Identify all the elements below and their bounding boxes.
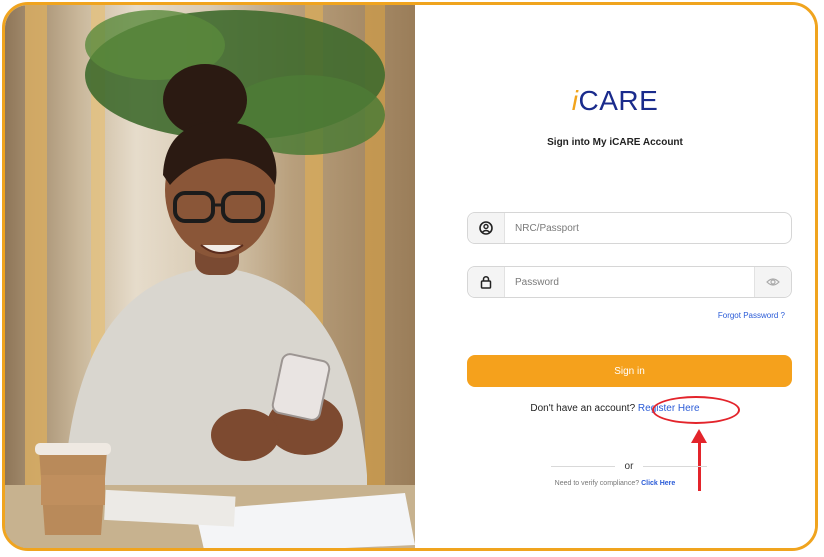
divider-line-left xyxy=(551,466,615,467)
verify-prompt-text: Need to verify compliance? xyxy=(554,480,640,487)
login-panel: iCARE Sign into My iCARE Account Forgot … xyxy=(415,5,815,548)
eye-icon[interactable] xyxy=(754,267,791,297)
annotation-circle xyxy=(652,396,740,424)
register-prompt: Don't have an account? Register Here xyxy=(415,403,815,414)
brand-logo: iCARE xyxy=(415,85,815,117)
or-divider: or xyxy=(551,461,707,472)
password-input[interactable] xyxy=(505,275,754,289)
nrc-passport-input[interactable] xyxy=(505,221,791,235)
hero-photo xyxy=(5,5,415,548)
user-circle-icon xyxy=(468,213,505,243)
or-label: or xyxy=(624,461,634,472)
nrc-passport-field xyxy=(467,212,792,244)
click-here-link[interactable]: Click Here xyxy=(641,480,675,487)
woman-with-phone-illustration xyxy=(5,5,415,548)
register-prompt-text: Don't have an account? xyxy=(530,403,636,414)
password-field xyxy=(467,266,792,298)
page-title: Sign into My iCARE Account xyxy=(547,137,683,148)
verify-compliance-line: Need to verify compliance? Click Here xyxy=(415,480,815,487)
lock-icon xyxy=(468,267,505,297)
brand-logo-name: CARE xyxy=(578,85,659,116)
divider-line-right xyxy=(643,466,707,467)
sign-in-button[interactable]: Sign in xyxy=(467,355,792,387)
login-window: iCARE Sign into My iCARE Account Forgot … xyxy=(2,2,818,551)
forgot-password-link[interactable]: Forgot Password ? xyxy=(718,311,785,320)
